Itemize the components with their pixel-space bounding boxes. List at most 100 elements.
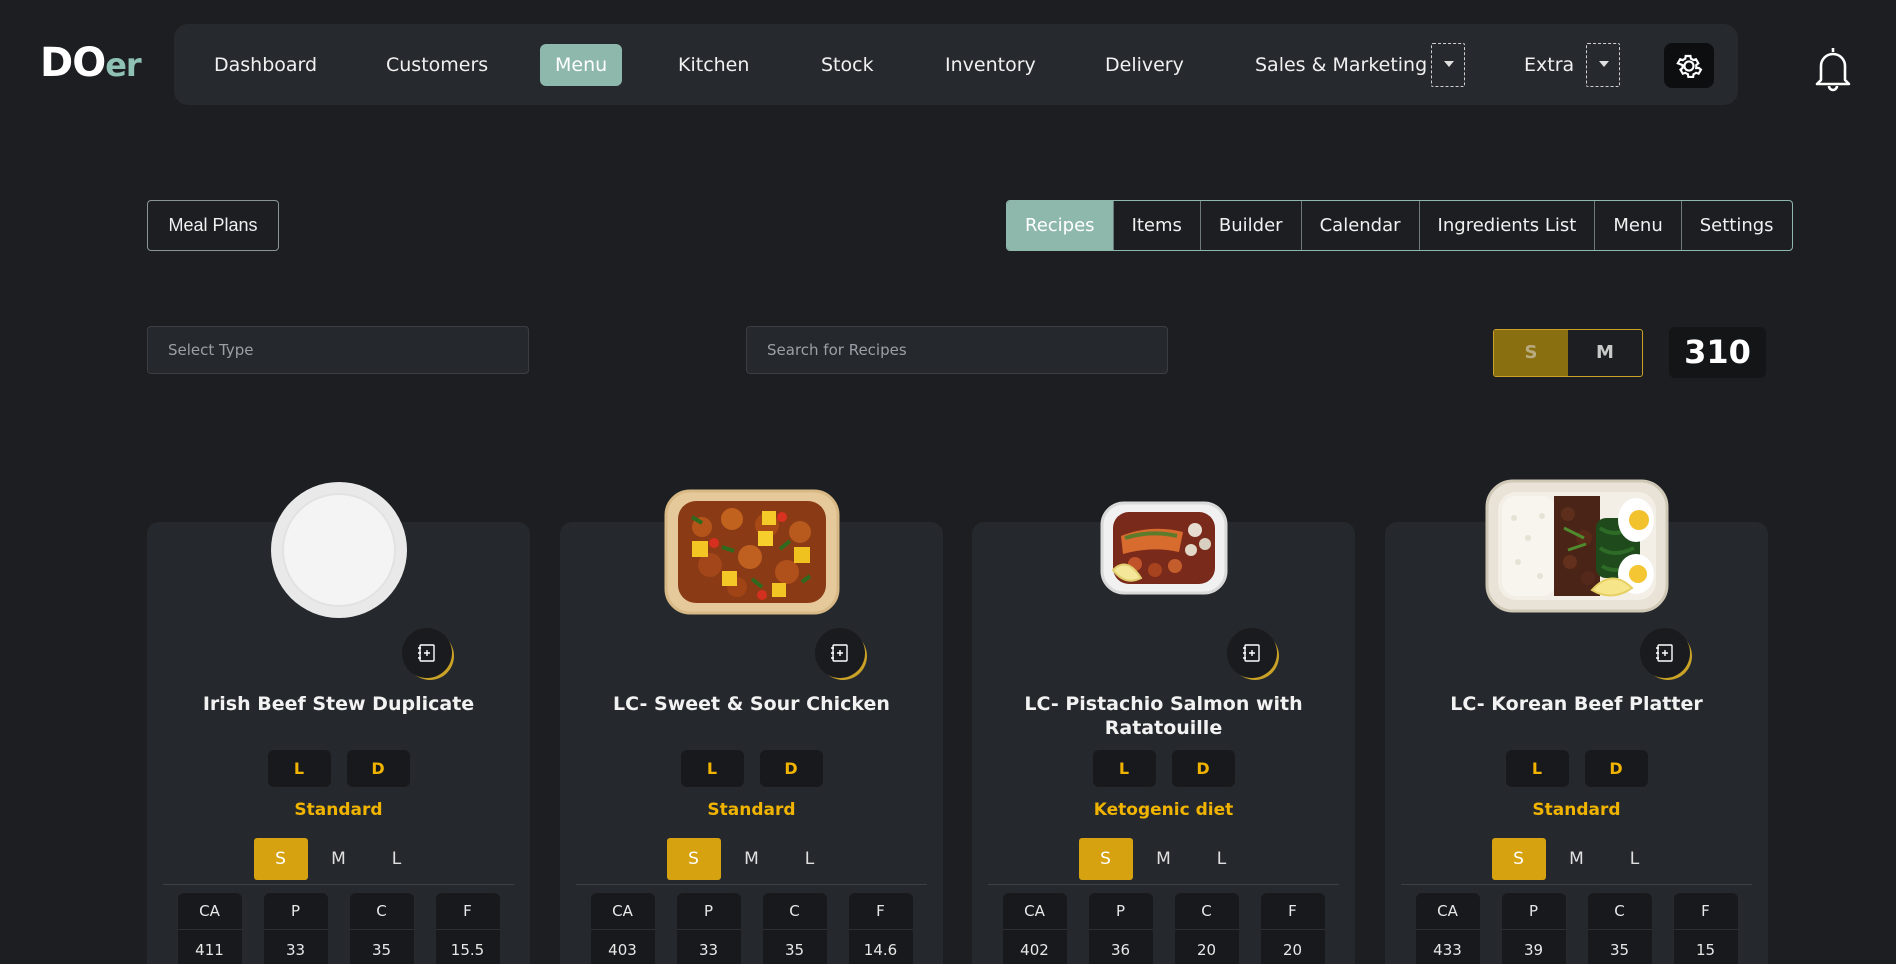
size-filter-m[interactable]: M [1568,330,1642,376]
settings-button[interactable] [1664,43,1714,88]
macro-value: 33 [263,929,328,964]
macro-fat: F 20 [1260,893,1325,964]
diet-label: Standard [294,800,383,820]
macro-value: 36 [1088,929,1153,964]
notification-bell-icon[interactable] [1812,44,1854,92]
brand-logo-secondary: er [105,46,141,84]
macro-protein: P 36 [1088,893,1153,964]
tab-items[interactable]: Items [1112,201,1200,250]
macro-calories: CA 403 [590,893,655,964]
macro-fat: F 15.5 [435,893,500,964]
nav-extra[interactable]: Extra [1524,44,1574,86]
tab-menu[interactable]: Menu [1594,201,1680,250]
nav-dashboard[interactable]: Dashboard [214,44,317,86]
recipe-card[interactable]: LC- Pistachio Salmon with Ratatouille L … [972,501,1355,964]
meal-tag-dinner: D [1171,750,1235,787]
recipe-card[interactable]: LC- Korean Beef Platter L D Standard S M… [1385,479,1768,964]
macro-carbs: C 35 [762,893,827,964]
meal-tag-dinner: D [346,750,410,787]
macro-carbs: C 35 [349,893,414,964]
macro-fat: F 15 [1673,893,1738,964]
brand-logo[interactable]: DOer [40,40,142,86]
nav-customers[interactable]: Customers [386,44,488,86]
add-to-plan-button[interactable] [1227,628,1277,678]
portion-size-s[interactable]: S [253,838,308,880]
nav-sales-marketing[interactable]: Sales & Marketing [1255,44,1427,86]
macro-calories: CA 411 [177,893,242,964]
size-filter-s[interactable]: S [1494,330,1568,376]
size-filter-toggle: S M [1493,329,1643,377]
diet-label: Ketogenic diet [1093,800,1234,820]
portion-size-s[interactable]: S [1491,838,1546,880]
macro-value: 33 [676,929,741,964]
macro-value: 35 [762,929,827,964]
macro-value: 433 [1415,929,1480,964]
portion-size-l[interactable]: L [783,838,837,880]
portion-size-l[interactable]: L [1608,838,1662,880]
portion-size-m[interactable]: M [725,838,779,880]
add-to-plan-button[interactable] [402,628,452,678]
portion-size-s[interactable]: S [666,838,721,880]
sales-marketing-dropdown-toggle[interactable] [1431,43,1465,87]
macro-value: 15 [1673,929,1738,964]
diet-label: Standard [707,800,796,820]
recipe-title: LC- Pistachio Salmon with Ratatouille [1024,693,1303,739]
extra-dropdown-toggle[interactable] [1586,43,1620,87]
portion-size-l[interactable]: L [1195,838,1249,880]
recipe-image [662,487,842,621]
add-to-plan-icon [418,644,435,662]
macro-label: P [703,902,714,920]
macro-label: F [1288,902,1297,920]
add-to-plan-icon [1243,644,1260,662]
macro-value: 35 [1587,929,1652,964]
brand-logo-primary: DO [40,40,106,86]
portion-size-s[interactable]: S [1078,838,1133,880]
recipe-search-input[interactable]: Search for Recipes [746,326,1168,374]
macro-carbs: C 20 [1174,893,1239,964]
settings-gear-icon [1676,54,1703,78]
macro-value: 39 [1501,929,1566,964]
nav-menu[interactable]: Menu [540,44,623,86]
macro-value: 402 [1002,929,1067,964]
macro-label: P [1115,902,1126,920]
macro-protein: P 33 [263,893,328,964]
nav-stock[interactable]: Stock [821,44,874,86]
portion-size-m[interactable]: M [1137,838,1191,880]
portion-size-m[interactable]: M [1550,838,1604,880]
meal-tag-lunch: L [680,750,744,787]
tab-ingredients-list[interactable]: Ingredients List [1418,201,1595,250]
macro-fat: F 14.6 [848,893,913,964]
recipe-card[interactable]: Irish Beef Stew Duplicate L D Standard S… [147,482,530,964]
meal-plans-button[interactable]: Meal Plans [147,200,279,251]
diet-label: Standard [1532,800,1621,820]
add-to-plan-button[interactable] [815,628,865,678]
portion-size-l[interactable]: L [370,838,424,880]
divider [163,884,514,885]
macro-label: C [376,902,387,920]
macro-value: 20 [1260,929,1325,964]
macro-label: CA [1024,902,1045,920]
meal-tag-dinner: D [1584,750,1648,787]
tab-calendar[interactable]: Calendar [1300,201,1419,250]
add-to-plan-button[interactable] [1640,628,1690,678]
select-type-dropdown[interactable]: Select Type [147,326,529,374]
portion-size-m[interactable]: M [312,838,366,880]
tab-settings[interactable]: Settings [1680,201,1792,250]
macro-value: 411 [177,929,242,964]
macro-calories: CA 433 [1415,893,1480,964]
nav-kitchen[interactable]: Kitchen [678,44,749,86]
meal-tag-lunch: L [1092,750,1156,787]
add-to-plan-icon [1656,644,1673,662]
macro-label: F [463,902,472,920]
nav-delivery[interactable]: Delivery [1105,44,1184,86]
tab-recipes[interactable]: Recipes [1007,201,1113,250]
menu-tabs: Recipes Items Builder Calendar Ingredien… [1006,200,1793,251]
divider [988,884,1339,885]
tab-builder[interactable]: Builder [1199,201,1301,250]
macro-protein: P 39 [1501,893,1566,964]
nav-inventory[interactable]: Inventory [945,44,1036,86]
recipe-card[interactable]: LC- Sweet & Sour Chicken L D Standard S … [560,489,943,964]
macro-label: P [290,902,301,920]
macro-label: C [1614,902,1625,920]
macro-label: P [1528,902,1539,920]
